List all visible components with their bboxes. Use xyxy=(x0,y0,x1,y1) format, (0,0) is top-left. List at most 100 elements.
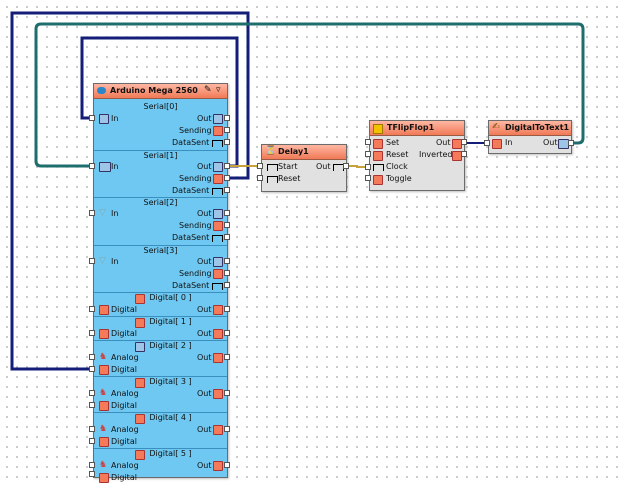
digital-icon xyxy=(99,365,109,375)
delay-start-label: Start xyxy=(278,162,298,171)
digital4-out-pin[interactable] xyxy=(224,426,230,432)
digital0-out-label: Out xyxy=(197,305,212,314)
serial0-sending-pin[interactable] xyxy=(224,127,230,133)
tflipflop-clock-pin[interactable] xyxy=(365,164,371,170)
delay-out-pin[interactable] xyxy=(343,163,349,169)
arduino-mega-component[interactable]: Arduino Mega 2560 ✎ ▿ Serial[0] In Out S… xyxy=(93,83,228,483)
digital-icon xyxy=(99,329,109,339)
wire-delay-to-flipflop xyxy=(346,165,367,168)
digital5-digital-pin[interactable] xyxy=(89,471,95,477)
serial1-datasent-pin[interactable] xyxy=(224,187,230,193)
serial-out-icon xyxy=(213,162,223,172)
digital-icon xyxy=(213,425,223,435)
digitaltotext-header[interactable]: ✍ DigitalToText1 xyxy=(489,121,571,136)
serial2-sending-label: Sending xyxy=(179,221,212,230)
digital4-analog-pin[interactable] xyxy=(89,426,95,432)
serial3-title: Serial[3] xyxy=(143,246,178,255)
digitaltotext-out-label: Out xyxy=(543,138,558,147)
digital2-analog-pin[interactable] xyxy=(89,354,95,360)
board-icon xyxy=(97,87,106,94)
digital3-title: Digital[ 3 ] xyxy=(149,377,192,386)
serial1-sending-label: Sending xyxy=(179,174,212,183)
serial2-out-label: Out xyxy=(197,209,212,218)
tflipflop-set-pin[interactable] xyxy=(365,139,371,145)
clock-icon xyxy=(212,283,223,290)
digital5-out-pin[interactable] xyxy=(224,462,230,468)
timer-icon: ⏳ xyxy=(265,146,277,156)
digital1-digital-label: Digital xyxy=(111,329,137,338)
serial1-in-label: In xyxy=(111,162,119,171)
arduino-header[interactable]: Arduino Mega 2560 ✎ ▿ xyxy=(94,84,227,99)
wrench-icon[interactable]: ✎ xyxy=(204,86,212,95)
serial3-datasent-label: DataSent xyxy=(172,281,210,290)
delay-reset-pin[interactable] xyxy=(257,175,263,181)
digital0-out-pin[interactable] xyxy=(224,306,230,312)
serial0-datasent-pin[interactable] xyxy=(224,139,230,145)
serial-out-icon xyxy=(213,257,223,267)
digital2-digital-pin[interactable] xyxy=(89,366,95,372)
serial-out-icon xyxy=(213,209,223,219)
serial2-datasent-pin[interactable] xyxy=(224,234,230,240)
tflipflop-inverted-pin[interactable] xyxy=(461,151,467,157)
digital-icon xyxy=(373,139,383,149)
digital-icon xyxy=(213,461,223,471)
digital1-digital-pin[interactable] xyxy=(89,330,95,336)
serial2-out-pin[interactable] xyxy=(224,210,230,216)
tflipflop-toggle-pin[interactable] xyxy=(365,175,371,181)
serial0-out-pin[interactable] xyxy=(224,115,230,121)
tflipflop-title: TFlipFlop1 xyxy=(387,123,435,132)
digital3-digital-pin[interactable] xyxy=(89,402,95,408)
serial2-in-pin[interactable] xyxy=(89,210,95,216)
tflipflop-reset-pin[interactable] xyxy=(365,151,371,157)
serial1-in-pin[interactable] xyxy=(89,163,95,169)
chevron-down-icon[interactable]: ▿ xyxy=(216,86,221,95)
delay-out-label: Out xyxy=(316,162,331,171)
tflipflop-out-pin[interactable] xyxy=(461,139,467,145)
digitaltotext-out-pin[interactable] xyxy=(568,140,574,146)
digital-icon xyxy=(99,473,109,483)
digital-icon xyxy=(99,305,109,315)
serial1-sending-pin[interactable] xyxy=(224,175,230,181)
digital1-out-pin[interactable] xyxy=(224,330,230,336)
digital2-analog-label: Analog xyxy=(111,353,139,362)
flipflop-icon xyxy=(373,124,383,134)
delay-header[interactable]: ⏳ Delay1 xyxy=(262,145,346,160)
digital0-title: Digital[ 0 ] xyxy=(149,293,192,302)
serial3-sending-pin[interactable] xyxy=(224,270,230,276)
digitaltotext-in-pin[interactable] xyxy=(484,140,490,146)
digital4-out-label: Out xyxy=(197,425,212,434)
serial-in-icon: ▽ xyxy=(99,256,106,266)
digital5-analog-pin[interactable] xyxy=(89,462,95,468)
digital3-analog-label: Analog xyxy=(111,389,139,398)
arduino-title: Arduino Mega 2560 xyxy=(110,86,198,95)
digital3-analog-pin[interactable] xyxy=(89,390,95,396)
digital4-title: Digital[ 4 ] xyxy=(149,413,192,422)
tflipflop-header[interactable]: TFlipFlop1 xyxy=(370,121,464,136)
digital2-out-pin[interactable] xyxy=(224,354,230,360)
digital3-out-pin[interactable] xyxy=(224,390,230,396)
analog-icon: ♞ xyxy=(99,352,108,362)
digitaltotext-component[interactable]: ✍ DigitalToText1 In Out xyxy=(488,120,572,154)
serial1-out-pin[interactable] xyxy=(224,163,230,169)
clock-icon xyxy=(267,176,278,183)
digitaltotext-title: DigitalToText1 xyxy=(505,123,570,132)
delay-title: Delay1 xyxy=(278,147,309,156)
serial3-datasent-pin[interactable] xyxy=(224,282,230,288)
serial-in-icon: ▽ xyxy=(99,208,106,218)
serial0-datasent-label: DataSent xyxy=(172,138,210,147)
serial2-sending-pin[interactable] xyxy=(224,222,230,228)
digital0-digital-pin[interactable] xyxy=(89,306,95,312)
serial0-in-pin[interactable] xyxy=(89,115,95,121)
serial3-in-pin[interactable] xyxy=(89,258,95,264)
serial1-datasent-label: DataSent xyxy=(172,186,210,195)
digital-icon xyxy=(213,126,223,136)
digital4-digital-pin[interactable] xyxy=(89,438,95,444)
serial3-out-pin[interactable] xyxy=(224,258,230,264)
digital-icon xyxy=(213,269,223,279)
delay-component[interactable]: ⏳ Delay1 Start Reset Out xyxy=(261,144,347,192)
serial0-in-label: In xyxy=(111,114,119,123)
analog-icon: ♞ xyxy=(99,460,108,470)
digital5-title: Digital[ 5 ] xyxy=(149,449,192,458)
tflipflop-component[interactable]: TFlipFlop1 Set Reset Clock Toggle Out In… xyxy=(369,120,465,191)
delay-start-pin[interactable] xyxy=(257,163,263,169)
